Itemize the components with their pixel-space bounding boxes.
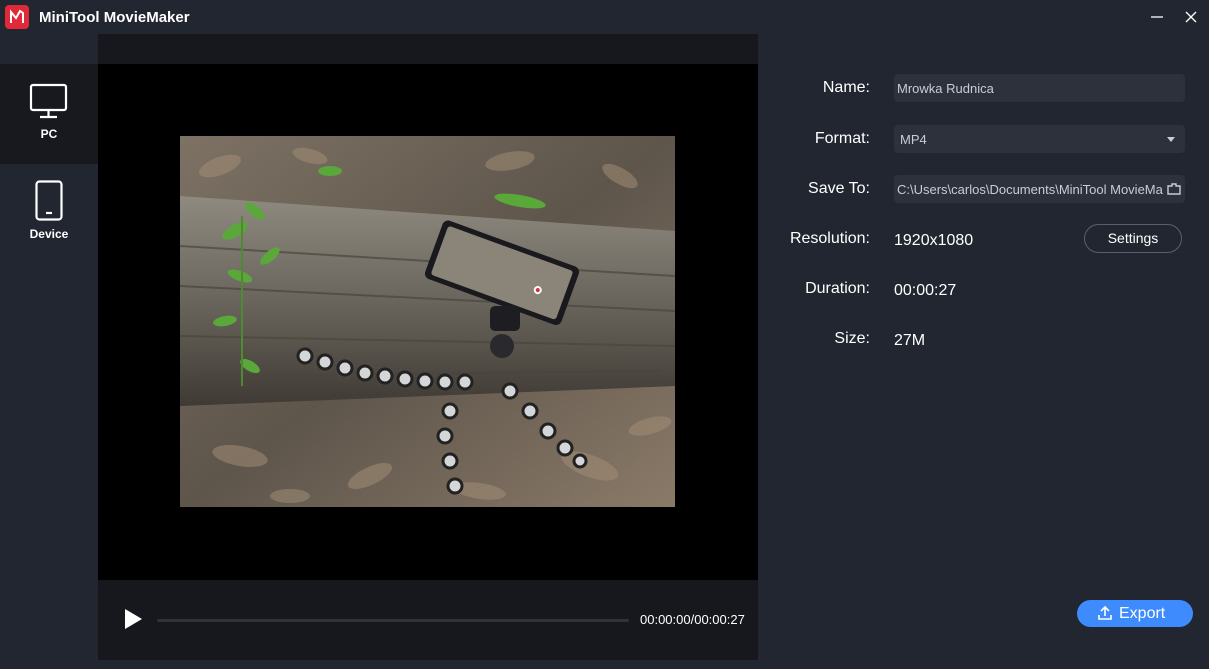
bottom-edge [0, 660, 1209, 669]
duration-value: 00:00:27 [894, 282, 957, 299]
video-thumbnail [180, 136, 675, 507]
chevron-down-icon [1167, 137, 1175, 142]
sidebar-item-label: PC [40, 127, 58, 141]
minimize-button[interactable] [1146, 6, 1168, 28]
player-controls: 00:00:00/00:00:27 [98, 580, 758, 660]
name-label: Name: [822, 79, 870, 96]
monitor-icon [29, 83, 68, 119]
sidebar-item-pc[interactable]: PC [0, 64, 98, 164]
title-bar: MiniTool MovieMaker [0, 0, 1209, 34]
video-frame [180, 136, 675, 507]
export-label: Export [1119, 605, 1166, 622]
phone-icon [35, 180, 63, 221]
save-path-value: C:\Users\carlos\Documents\MiniTool Movie… [897, 182, 1163, 197]
video-preview: 00:00:00/00:00:27 [98, 34, 758, 660]
size-label: Size: [834, 330, 870, 347]
app-logo-icon [5, 5, 29, 29]
export-button[interactable]: Export [1077, 600, 1193, 627]
size-value: 27M [894, 332, 926, 349]
format-value: MP4 [900, 132, 927, 147]
format-select[interactable]: MP4 [894, 125, 1185, 153]
preview-top-strip [98, 34, 758, 64]
sidebar-item-label: Device [29, 227, 69, 241]
duration-label: Duration: [805, 280, 870, 297]
close-button[interactable] [1180, 6, 1202, 28]
progress-slider[interactable] [157, 619, 629, 622]
sidebar-item-device[interactable]: Device [0, 164, 98, 264]
save-to-field[interactable]: C:\Users\carlos\Documents\MiniTool Movie… [894, 175, 1185, 203]
name-input[interactable] [897, 81, 1181, 96]
format-label: Format: [814, 130, 870, 147]
resolution-value: 1920x1080 [894, 232, 974, 249]
folder-icon[interactable] [1164, 182, 1181, 196]
sidebar: PC Device [0, 34, 98, 660]
app-title: MiniTool MovieMaker [39, 9, 190, 26]
upload-icon [1098, 605, 1112, 620]
time-display: 00:00:00/00:00:27 [640, 612, 745, 627]
play-icon[interactable] [122, 608, 144, 630]
save-to-label: Save To: [808, 180, 870, 197]
settings-button[interactable]: Settings [1084, 224, 1182, 253]
export-settings-panel: Name: Format: MP4 Save To: C:\Users\carl… [758, 34, 1209, 660]
name-field[interactable] [894, 74, 1185, 102]
resolution-label: Resolution: [789, 230, 870, 247]
